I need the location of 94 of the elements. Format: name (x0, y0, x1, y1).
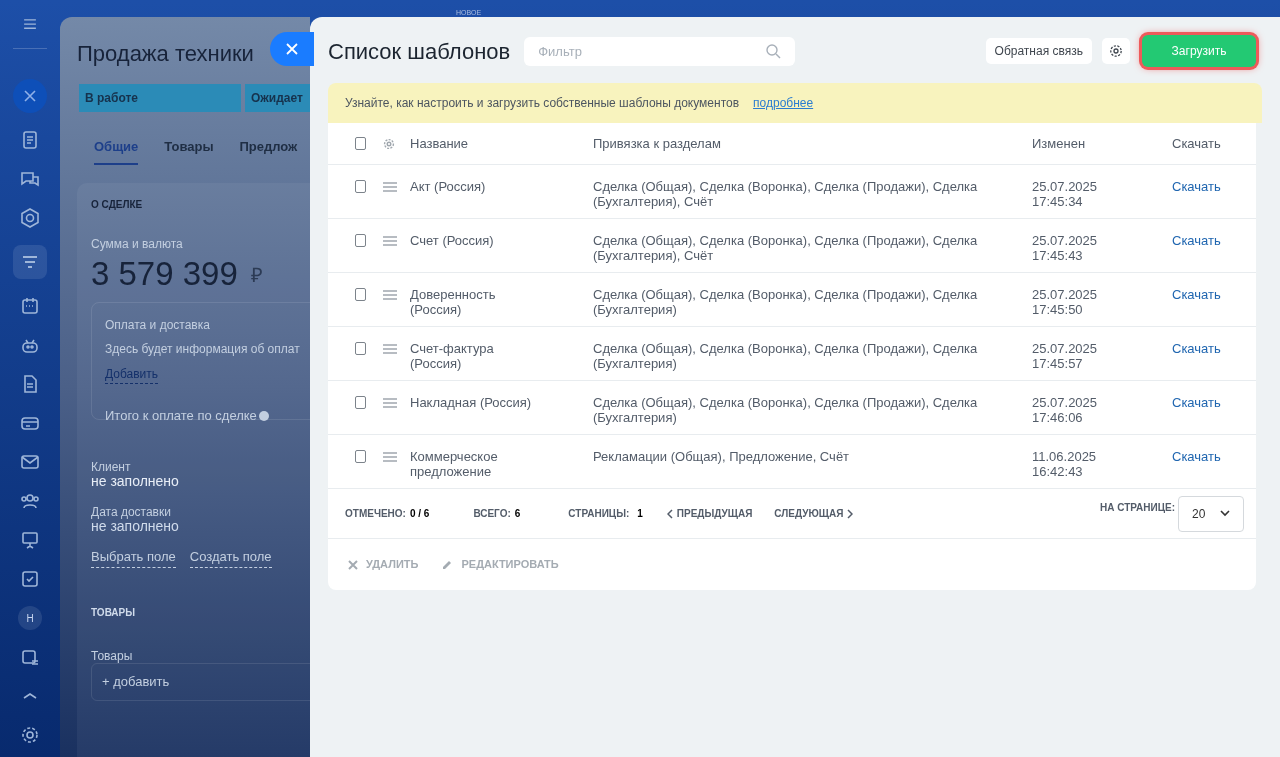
footer-label: НА СТРАНИЦЕ: (1099, 501, 1175, 515)
stage-step[interactable]: Ожидает (245, 84, 310, 112)
next-page-link[interactable]: СЛЕДУЮЩАЯ (774, 506, 854, 521)
chevron-right-icon (847, 508, 854, 519)
page-title: Продажа техники (77, 40, 254, 68)
checkbox[interactable] (355, 234, 366, 247)
table-cell-text: Доверенность (Россия) (410, 287, 497, 317)
info-text: Здесь будет информация об оплат (105, 341, 300, 358)
drag-handle-icon[interactable] (383, 452, 397, 462)
table-cell-text: Сделка (Общая), Сделка (Воронка), Сделка (Продажи), Сделка (Бухгалтерия), Счёт (593, 179, 979, 209)
footer-value: 6 (514, 507, 521, 521)
tab[interactable]: Товары (164, 137, 214, 165)
drag-handle-icon[interactable] (383, 344, 397, 354)
date-text: 25.07.2025 (1032, 287, 1099, 302)
footer-value: 0 / 6 (409, 507, 430, 521)
checkbox[interactable] (355, 450, 366, 463)
field-value: не заполнено (91, 518, 179, 536)
drag-handle-icon[interactable] (383, 182, 397, 192)
column-header[interactable]: Название (410, 133, 593, 154)
field-label: Товары (91, 648, 133, 665)
checkbox[interactable] (355, 342, 366, 355)
section-title: О СДЕЛКЕ (91, 198, 143, 212)
currency-symbol: ₽ (251, 263, 263, 288)
footer-label: ОТМЕЧЕНО: (345, 507, 406, 521)
table-cell-text: Накладная (Россия) (410, 395, 533, 410)
download-link[interactable]: Скачать (1172, 287, 1221, 302)
date-text: 25.07.2025 (1032, 233, 1099, 248)
column-header[interactable]: Скачать (1172, 133, 1221, 154)
time-text: 17:45:57 (1032, 356, 1084, 371)
close-icon (348, 559, 358, 570)
avatar[interactable]: H (18, 606, 42, 630)
stage-step[interactable]: В работе (79, 84, 241, 112)
time-text: 16:42:43 (1032, 464, 1084, 479)
feedback-button[interactable]: Обратная связь (985, 38, 1092, 64)
pencil-icon (442, 559, 454, 570)
time-text: 17:45:43 (1032, 248, 1084, 263)
previous-page-link[interactable]: ПРЕДЫДУЩАЯ (666, 506, 753, 521)
download-link[interactable]: Скачать (1172, 395, 1221, 410)
footer-value: 1 (637, 507, 643, 521)
modal-title: Список шаблонов (328, 37, 511, 66)
filter-field[interactable]: Фильтр (524, 36, 796, 66)
table-cell-text: Счет (Россия) (410, 233, 495, 248)
download-link[interactable]: Скачать (1172, 449, 1221, 464)
checkbox[interactable] (355, 396, 366, 409)
settings-button[interactable] (1102, 38, 1130, 64)
date-text: 25.07.2025 (1032, 341, 1099, 356)
amount-value: 3 579 399 (91, 254, 238, 294)
checkbox[interactable] (355, 288, 366, 301)
field-link[interactable]: Выбрать поле (91, 547, 176, 568)
more-link[interactable]: подробнее (753, 94, 814, 112)
tab[interactable]: Предлож (239, 137, 298, 165)
close-button[interactable] (270, 32, 314, 66)
date-text: 25.07.2025 (1032, 179, 1099, 194)
table-cell-text: Сделка (Общая), Сделка (Воронка), Сделка (Продажи), Сделка (Бухгалтерия) (593, 395, 979, 425)
checkbox[interactable] (355, 180, 366, 193)
date-text: 11.06.2025 (1032, 449, 1098, 464)
per-page-select[interactable]: 20 (1178, 495, 1244, 532)
field-link[interactable]: Создать поле (189, 547, 272, 568)
chevron-left-icon (666, 508, 673, 519)
table-cell-text: Акт (Россия) (410, 179, 487, 194)
drag-handle-icon[interactable] (383, 236, 397, 246)
close-icon (23, 89, 37, 103)
banner-text: Узнайте, как настроить и загрузить собственные шаблоны документов (345, 95, 740, 112)
time-text: 17:46:06 (1032, 410, 1084, 425)
drag-handle-icon[interactable] (383, 290, 397, 300)
download-link[interactable]: Скачать (1172, 233, 1221, 248)
column-header[interactable]: Изменен (1032, 133, 1172, 154)
table-cell-text: Рекламации (Общая), Предложение, Счёт (593, 449, 851, 464)
drag-handle-icon[interactable] (383, 398, 397, 408)
hexagon-icon[interactable] (18, 206, 42, 230)
time-text: 17:45:34 (1032, 194, 1084, 209)
close-button[interactable] (13, 79, 47, 113)
field-label: Сумма и валюта (91, 236, 183, 253)
field-label: Дата доставки (91, 504, 171, 521)
table-cell-text: Сделка (Общая), Сделка (Воронка), Сделка (Продажи), Сделка (Бухгалтерия), Счёт (593, 233, 979, 263)
settings-icon (1109, 44, 1123, 58)
footer-label: ВСЕГО: (473, 507, 511, 521)
footer-label: СТРАНИЦЫ: (568, 507, 630, 521)
chevron-down-icon (1220, 510, 1230, 517)
download-link[interactable]: Скачать (1172, 341, 1221, 356)
time-text: 17:45:50 (1032, 302, 1084, 317)
download-link[interactable]: Скачать (1172, 179, 1221, 194)
table-cell-text: Сделка (Общая), Сделка (Воронка), Сделка (Продажи), Сделка (Бухгалтерия) (593, 341, 979, 371)
column-header[interactable]: Привязка к разделам (593, 133, 1032, 154)
total-label: Итого к оплате по сделке (105, 407, 257, 425)
section-title: ТОВАРЫ (91, 606, 136, 620)
field-label: Оплата и доставка (105, 317, 210, 334)
table-cell-text: Счет-фактура (Россия) (410, 341, 495, 371)
close-icon (286, 43, 298, 55)
table-cell-text: Сделка (Общая), Сделка (Воронка), Сделка (Продажи), Сделка (Бухгалтерия) (593, 287, 979, 317)
checkbox[interactable] (355, 137, 366, 150)
table-cell-text: Коммерческое предложение (410, 449, 499, 479)
date-text: 25.07.2025 (1032, 395, 1099, 410)
search-icon (765, 42, 782, 59)
